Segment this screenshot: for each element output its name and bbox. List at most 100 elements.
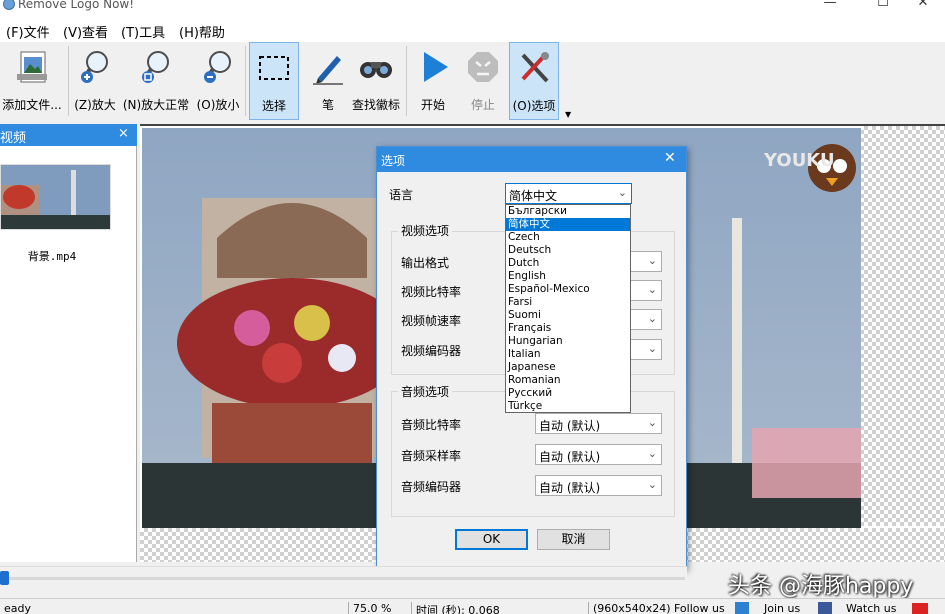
language-option[interactable]: Deutsch bbox=[506, 244, 630, 257]
dialog-close-button[interactable]: ✕ bbox=[664, 150, 676, 166]
language-option[interactable]: Hungarian bbox=[506, 335, 630, 348]
status-zoom: 75.0 % bbox=[348, 602, 410, 614]
audio-bitrate-select[interactable]: 自动 (默认) ⌄ bbox=[535, 413, 662, 434]
select-tool-button[interactable]: 选择 bbox=[249, 42, 299, 120]
video-bitrate-label: 视频比特率 bbox=[401, 285, 462, 299]
youtube-icon[interactable] bbox=[912, 603, 928, 614]
chevron-down-icon: ⌄ bbox=[647, 478, 657, 491]
file-panel-close-button[interactable]: × bbox=[118, 126, 129, 141]
transparent-background bbox=[860, 126, 945, 526]
follow-us-link[interactable]: Follow us bbox=[670, 602, 730, 614]
video-codec-label: 视频编码器 bbox=[401, 344, 462, 358]
chevron-down-icon: ⌄ bbox=[647, 283, 657, 296]
zoom-in-button[interactable]: (Z)放大 bbox=[72, 42, 118, 120]
thumbnail-image bbox=[1, 165, 110, 229]
language-option[interactable]: Suomi bbox=[506, 309, 630, 322]
zoom-in-label: (Z)放大 bbox=[74, 98, 116, 112]
file-panel-title: 视频 bbox=[0, 131, 27, 146]
language-select-value: 简体中文 bbox=[509, 189, 558, 203]
menu-view[interactable]: (V)查看 bbox=[63, 22, 108, 41]
language-option[interactable]: 简体中文 bbox=[506, 218, 630, 231]
audio-samplerate-value: 自动 (默认) bbox=[539, 450, 601, 464]
language-option[interactable]: Français bbox=[506, 322, 630, 335]
audio-bitrate-value: 自动 (默认) bbox=[539, 419, 601, 433]
language-option[interactable]: English bbox=[506, 270, 630, 283]
toolbar-separator bbox=[68, 46, 69, 116]
video-thumbnail[interactable] bbox=[0, 164, 111, 230]
options-label: (O)选项 bbox=[512, 99, 556, 113]
chevron-down-icon: ⌄ bbox=[647, 312, 657, 325]
video-framerate-label: 视频帧速率 bbox=[401, 314, 462, 328]
language-option[interactable]: Dutch bbox=[506, 257, 630, 270]
language-option[interactable]: Български bbox=[506, 205, 630, 218]
chevron-down-icon: ⌄ bbox=[647, 416, 657, 429]
zoom-out-button[interactable]: (O)放小 bbox=[194, 42, 242, 120]
start-label: 开始 bbox=[420, 98, 445, 112]
start-button[interactable]: 开始 bbox=[410, 42, 456, 120]
ok-button[interactable]: OK bbox=[455, 529, 528, 550]
pen-icon bbox=[313, 56, 343, 85]
chevron-down-icon: ⌄ bbox=[647, 342, 657, 355]
audio-codec-select[interactable]: 自动 (默认) ⌄ bbox=[535, 475, 662, 496]
find-logo-button[interactable]: 查找徽标 bbox=[350, 42, 402, 120]
language-option[interactable]: Czech bbox=[506, 231, 630, 244]
play-icon bbox=[424, 52, 448, 82]
toutiao-watermark: 头条 @海豚happy bbox=[728, 574, 914, 599]
window-title: Remove Logo Now! bbox=[18, 0, 135, 11]
chevron-down-icon: ⌄ bbox=[647, 447, 657, 460]
audio-options-title: 音频选项 bbox=[398, 383, 453, 400]
stop-label: 停止 bbox=[470, 98, 495, 112]
zoom-out-icon bbox=[204, 51, 231, 83]
language-option[interactable]: Japanese bbox=[506, 361, 630, 374]
file-panel: 视频 × 背景.mp4 bbox=[0, 124, 137, 562]
seek-bar[interactable] bbox=[0, 566, 687, 588]
audio-bitrate-label: 音频比特率 bbox=[401, 418, 462, 432]
find-logo-label: 查找徽标 bbox=[351, 98, 400, 112]
audio-samplerate-select[interactable]: 自动 (默认) ⌄ bbox=[535, 444, 662, 465]
twitter-icon[interactable] bbox=[735, 602, 749, 614]
menu-file[interactable]: (F)文件 bbox=[6, 22, 50, 41]
audio-codec-label: 音频编码器 bbox=[401, 480, 462, 494]
youku-watermark-logo: YOUKU bbox=[764, 150, 835, 171]
options-button[interactable]: (O)选项 bbox=[509, 42, 559, 120]
add-file-button[interactable]: 添加文件... bbox=[0, 42, 64, 120]
menu-help[interactable]: (H)帮助 bbox=[179, 22, 225, 41]
output-format-label: 输出格式 bbox=[401, 256, 450, 270]
status-ready: eady bbox=[4, 602, 32, 614]
facebook-icon[interactable] bbox=[818, 602, 832, 614]
seek-track bbox=[9, 577, 685, 580]
status-bar: eady 75.0 % 时间 (秒): 0.068 (960x540x24) F… bbox=[0, 598, 945, 614]
zoom-normal-button[interactable]: (N)放大正常 bbox=[120, 42, 192, 120]
dialog-title: 选项 bbox=[381, 154, 406, 168]
seek-progress[interactable] bbox=[0, 571, 9, 585]
selection-rectangle-icon bbox=[259, 56, 289, 80]
pen-tool-button[interactable]: 笔 bbox=[305, 42, 351, 120]
language-select[interactable]: 简体中文 ⌄ bbox=[505, 183, 632, 204]
language-option[interactable]: Español-Mexico bbox=[506, 283, 630, 296]
cancel-button[interactable]: 取消 bbox=[537, 529, 610, 550]
zoom-normal-label: (N)放大正常 bbox=[122, 98, 190, 112]
language-option[interactable]: Русский bbox=[506, 387, 630, 400]
stop-icon bbox=[468, 52, 498, 82]
toolbar-overflow-icon[interactable]: ▼ bbox=[565, 110, 571, 119]
chevron-down-icon: ⌄ bbox=[617, 186, 627, 199]
language-option[interactable]: Italian bbox=[506, 348, 630, 361]
language-option[interactable]: Türkçe bbox=[506, 400, 630, 413]
watch-us-link[interactable]: Watch us bbox=[842, 602, 904, 614]
toolbar-separator bbox=[406, 46, 407, 116]
minimize-button[interactable]: — bbox=[807, 0, 853, 14]
join-us-link[interactable]: Join us bbox=[760, 602, 815, 614]
menu-tools[interactable]: (T)工具 bbox=[121, 22, 165, 41]
pen-tool-label: 笔 bbox=[321, 98, 334, 112]
status-time: 时间 (秒): 0.068 bbox=[411, 602, 545, 614]
stop-button[interactable]: 停止 bbox=[460, 42, 506, 120]
status-video-size: (960x540x24) bbox=[588, 602, 670, 614]
language-option[interactable]: Romanian bbox=[506, 374, 630, 387]
audio-codec-value: 自动 (默认) bbox=[539, 481, 601, 495]
audio-samplerate-label: 音频采样率 bbox=[401, 449, 462, 463]
zoom-out-label: (O)放小 bbox=[196, 98, 240, 112]
language-option[interactable]: Farsi bbox=[506, 296, 630, 309]
file-panel-header: 视频 × bbox=[0, 124, 137, 146]
close-window-button[interactable]: ✕ bbox=[900, 0, 945, 14]
app-window: Remove Logo Now! — ☐ ✕ (F)文件 (V)查看 (T)工具… bbox=[0, 0, 945, 614]
